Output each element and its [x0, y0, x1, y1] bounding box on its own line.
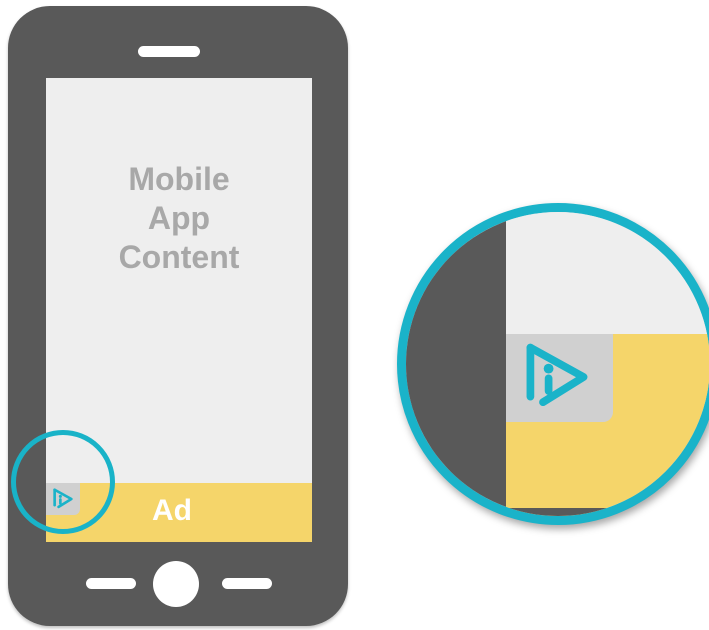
zoomed-phone-bezel — [406, 212, 506, 516]
highlight-circle — [11, 430, 115, 534]
content-line-1: Mobile — [128, 161, 230, 197]
phone-button-row — [8, 559, 348, 609]
menu-button — [222, 578, 272, 589]
phone-speaker — [138, 46, 200, 57]
content-line-3: Content — [118, 239, 240, 275]
diagram-stage: Mobile App Content Ad — [0, 0, 709, 630]
zoomed-ad-choice-badge — [506, 334, 613, 422]
zoomed-screen-content — [506, 212, 709, 334]
ad-label: Ad — [152, 494, 192, 527]
content-line-2: App — [147, 200, 211, 236]
magnifier-zoom-view — [397, 203, 709, 525]
mobile-app-content-label: Mobile App Content — [46, 160, 312, 277]
zoomed-bottom-bezel — [506, 508, 709, 516]
play-i-logo-icon — [526, 343, 588, 407]
home-button — [153, 561, 199, 607]
back-button — [86, 578, 136, 589]
